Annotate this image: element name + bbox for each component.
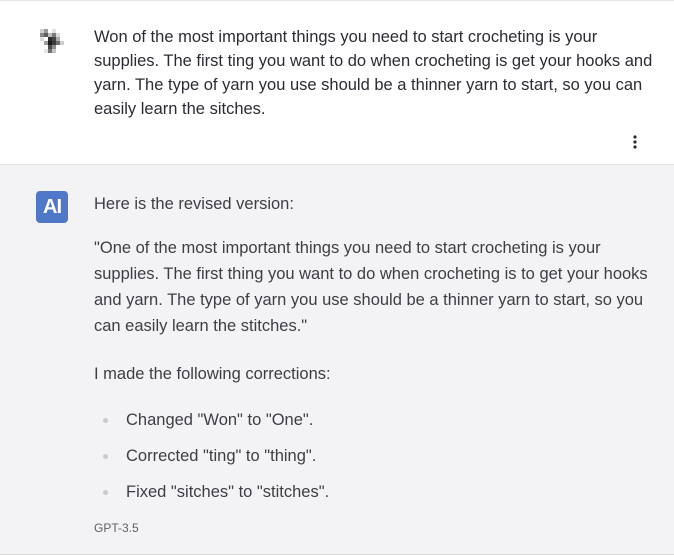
bullet-icon xyxy=(103,490,108,495)
corrections-list: Changed "Won" to "One". Corrected "ting"… xyxy=(94,407,654,515)
user-avatar-icon xyxy=(36,25,68,57)
correction-text: Corrected "ting" to "thing". xyxy=(126,447,317,465)
ai-revised-text: "One of the most important things you ne… xyxy=(94,239,648,335)
list-item: Changed "Won" to "One". xyxy=(94,407,654,443)
ai-message: AI Here is the revised version: "One of … xyxy=(0,165,674,555)
bullet-icon xyxy=(103,418,108,423)
bullet-icon xyxy=(103,454,108,459)
model-label: GPT-3.5 xyxy=(94,521,139,535)
list-item: Fixed "sitches" to "stitches". xyxy=(94,479,654,515)
correction-text: Fixed "sitches" to "stitches". xyxy=(126,483,330,501)
more-options-button[interactable] xyxy=(624,131,646,153)
user-message-text: Won of the most important things you nee… xyxy=(94,28,653,118)
ai-intro-text: Here is the revised version: xyxy=(94,195,294,213)
ai-corrections-intro: I made the following corrections: xyxy=(94,365,331,383)
list-item: Corrected "ting" to "thing". xyxy=(94,443,654,479)
more-vertical-icon xyxy=(633,135,637,149)
ai-avatar: AI xyxy=(36,191,68,223)
correction-text: Changed "Won" to "One". xyxy=(126,411,314,429)
user-message: Won of the most important things you nee… xyxy=(0,0,674,165)
